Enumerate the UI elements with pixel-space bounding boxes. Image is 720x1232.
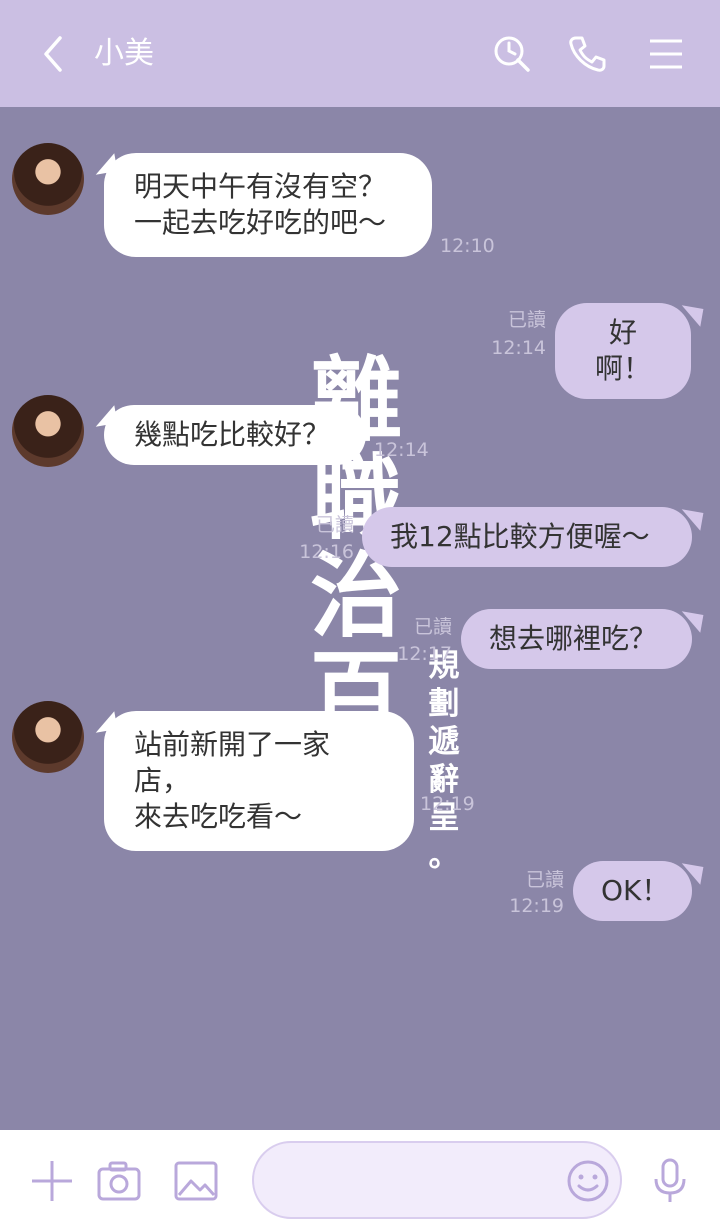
message-time: 12:16: [299, 541, 354, 563]
avatar[interactable]: [12, 143, 84, 215]
message-bubble[interactable]: 我12點比較方便喔～: [362, 507, 692, 567]
chat-header: 小美: [0, 0, 720, 107]
background-char: 。: [428, 838, 460, 874]
message-time: 12:17: [397, 643, 452, 665]
message-bubble[interactable]: 幾點吃比較好？: [104, 405, 366, 465]
chevron-left-icon[interactable]: [38, 34, 68, 74]
search-clock-icon[interactable]: [492, 34, 532, 74]
message-bubble[interactable]: 站前新開了一家店， 來去吃吃看～: [104, 711, 414, 851]
message-text: 明天中午有沒有空？: [134, 170, 387, 203]
emoji-icon[interactable]: [564, 1157, 612, 1205]
mic-icon[interactable]: [646, 1157, 694, 1205]
background-char: 劃: [428, 686, 460, 722]
read-receipt: 已讀: [525, 869, 564, 891]
message-text: OK！: [601, 874, 670, 907]
read-receipt: 已讀: [413, 616, 452, 638]
message-text: 一起去吃好吃的吧～: [134, 206, 387, 239]
camera-icon[interactable]: [95, 1157, 143, 1205]
message-text: 站前新開了一家店，: [134, 728, 331, 797]
message-bubble[interactable]: 明天中午有沒有空？ 一起去吃好吃的吧～: [104, 153, 432, 257]
message-text: 好啊！: [594, 316, 651, 385]
read-receipt: 已讀: [507, 309, 546, 331]
background-char: 遞: [428, 724, 460, 760]
message-time: 12:14: [374, 439, 429, 461]
phone-icon[interactable]: [567, 34, 607, 74]
message-time: 12:10: [440, 235, 495, 257]
message-text: 來去吃吃看～: [134, 800, 303, 833]
message-time: 12:14: [491, 337, 546, 359]
background-subtitle: 規 劃 遞 辭 呈 。: [424, 647, 464, 875]
avatar[interactable]: [12, 701, 84, 773]
avatar[interactable]: [12, 395, 84, 467]
chat-title[interactable]: 小美: [94, 34, 154, 74]
message-text: 幾點吃比較好？: [134, 418, 331, 451]
menu-icon[interactable]: [646, 34, 686, 74]
message-text: 我12點比較方便喔～: [390, 520, 650, 553]
message-time: 12:19: [509, 895, 564, 917]
message-bubble[interactable]: 想去哪裡吃？: [461, 609, 692, 669]
image-icon[interactable]: [172, 1157, 220, 1205]
message-text: 想去哪裡吃？: [489, 622, 658, 655]
message-time: 12:19: [420, 793, 475, 815]
read-receipt: 已讀: [315, 514, 354, 536]
message-bubble[interactable]: 好啊！: [555, 303, 691, 399]
plus-icon[interactable]: [28, 1157, 76, 1205]
chat-area[interactable]: 離 職 治 百 病 規 劃 遞 辭 呈 。 明天中午有沒有空？ 一起去吃好吃的吧…: [0, 107, 720, 1130]
message-bubble[interactable]: OK！: [573, 861, 692, 921]
